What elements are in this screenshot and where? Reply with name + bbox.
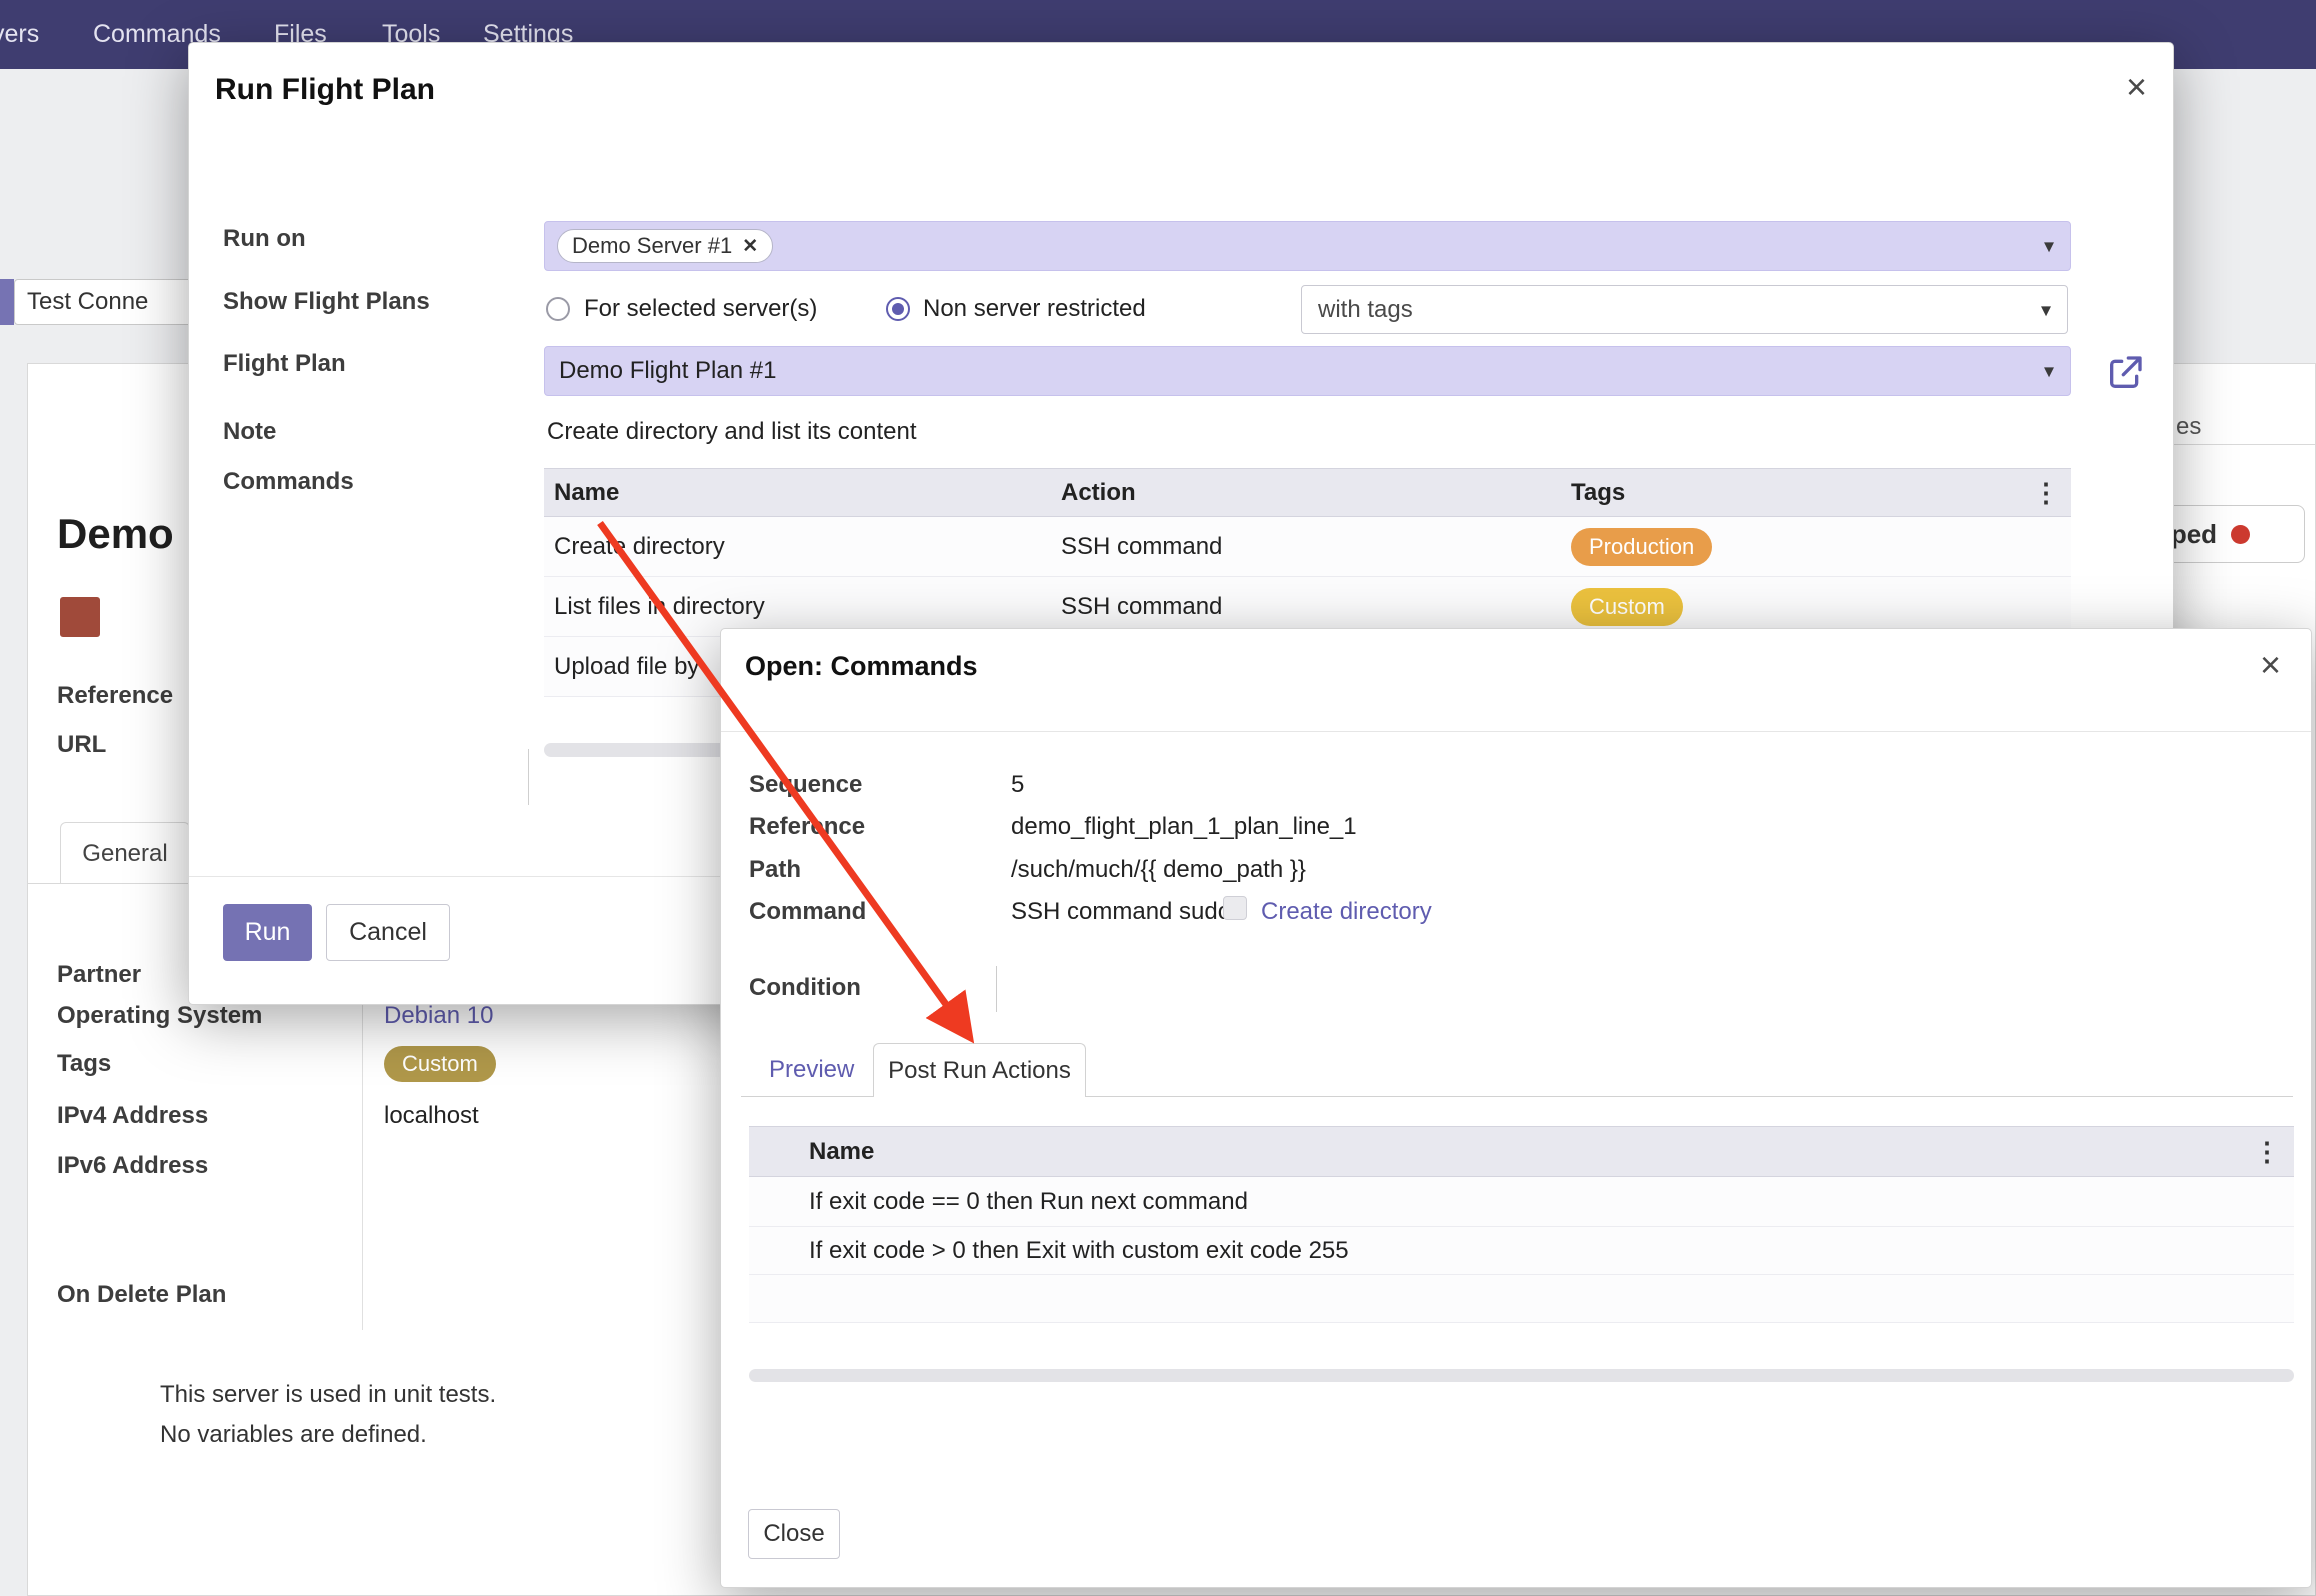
on-delete-plan-label: On Delete Plan <box>57 1281 226 1309</box>
caret-down-icon: ▾ <box>2044 234 2054 259</box>
run-modal-title: Run Flight Plan <box>215 73 435 107</box>
radio-non-server-restricted[interactable] <box>886 297 910 321</box>
close-button[interactable]: Close <box>748 1509 840 1559</box>
sudo-checkbox[interactable] <box>1223 896 1247 920</box>
sequence-label: Sequence <box>749 771 862 799</box>
table-row-empty <box>749 1275 2294 1323</box>
menu-item-servers[interactable]: vers <box>0 0 39 69</box>
commands-label: Commands <box>223 468 354 496</box>
col-name: Name <box>809 1138 874 1166</box>
partner-label: Partner <box>57 961 141 989</box>
screen: vers Commands Files Tools Settings Test … <box>0 0 2316 1596</box>
row-name: Upload file by <box>554 653 699 681</box>
row-tag-badge: Production <box>1571 528 1712 566</box>
header-divider <box>721 731 2311 732</box>
caret-down-icon: ▾ <box>2041 297 2051 322</box>
flight-plan-label: Flight Plan <box>223 350 346 378</box>
row-name: If exit code == 0 then Run next command <box>809 1188 1248 1216</box>
radio-selected-servers-label: For selected server(s) <box>584 295 817 323</box>
cancel-button[interactable]: Cancel <box>326 904 450 961</box>
command-link[interactable]: Create directory <box>1261 898 1432 926</box>
post-run-actions-table: Name ⋮ If exit code == 0 then Run next c… <box>749 1126 2294 1326</box>
field-divider <box>362 952 363 1330</box>
row-action: SSH command <box>1061 533 1222 561</box>
right-tab-fragment[interactable]: es <box>2176 413 2201 441</box>
ipv6-label: IPv6 Address <box>57 1152 208 1180</box>
commands-modal-title: Open: Commands <box>745 651 978 682</box>
col-tags: Tags <box>1571 479 1625 507</box>
path-label: Path <box>749 856 801 884</box>
unit-test-note-line1: This server is used in unit tests. <box>160 1381 496 1409</box>
tab-post-run-actions[interactable]: Post Run Actions <box>873 1043 1086 1097</box>
post-run-table-header: Name ⋮ <box>749 1126 2294 1177</box>
reference-value: demo_flight_plan_1_plan_line_1 <box>1011 813 1357 841</box>
primary-button-fragment[interactable] <box>0 279 14 325</box>
ipv4-value: localhost <box>384 1102 479 1130</box>
reference-label: Reference <box>57 682 173 710</box>
open-commands-modal: Open: Commands × Sequence 5 Reference de… <box>720 628 2312 1588</box>
table-row[interactable]: If exit code > 0 then Exit with custom e… <box>749 1227 2294 1275</box>
commands-table-header: Name Action Tags ⋮ <box>544 468 2071 517</box>
ipv4-label: IPv4 Address <box>57 1102 208 1130</box>
row-name: Create directory <box>554 533 725 561</box>
note-label: Note <box>223 418 276 446</box>
radio-non-server-restricted-label: Non server restricted <box>923 295 1146 323</box>
table-row[interactable]: If exit code == 0 then Run next command <box>749 1177 2294 1227</box>
tags-label: Tags <box>57 1050 111 1078</box>
remove-icon[interactable]: ✕ <box>742 235 758 258</box>
condition-field-divider <box>996 966 997 1012</box>
path-value: /such/much/{{ demo_path }} <box>1011 856 1306 884</box>
os-value-link[interactable]: Debian 10 <box>384 1002 493 1030</box>
row-name: List files in directory <box>554 593 765 621</box>
tab-preview[interactable]: Preview <box>769 1056 854 1084</box>
server-tag-pill[interactable]: Demo Server #1 ✕ <box>557 229 773 263</box>
condition-label: Condition <box>749 974 861 1002</box>
tags-value-badge: Custom <box>384 1046 496 1082</box>
color-swatch[interactable] <box>60 597 100 637</box>
sequence-value: 5 <box>1011 771 1024 799</box>
kebab-menu-icon[interactable]: ⋮ <box>2254 1136 2280 1167</box>
table-row[interactable]: Create directory SSH command Production <box>544 517 2071 577</box>
run-on-field[interactable]: Demo Server #1 ✕ ▾ <box>544 221 2071 271</box>
with-tags-select[interactable]: with tags ▾ <box>1301 285 2068 334</box>
row-action: SSH command <box>1061 593 1222 621</box>
run-button[interactable]: Run <box>223 904 312 961</box>
show-flight-plans-label: Show Flight Plans <box>223 288 430 316</box>
with-tags-value: with tags <box>1318 296 1413 324</box>
right-tab-divider <box>2160 444 2316 445</box>
kebab-menu-icon[interactable]: ⋮ <box>2033 477 2059 508</box>
close-icon[interactable]: × <box>2260 647 2281 683</box>
flight-plan-field[interactable]: Demo Flight Plan #1 ▾ <box>544 346 2071 396</box>
command-label: Command <box>749 898 866 926</box>
flight-plan-value: Demo Flight Plan #1 <box>559 357 776 385</box>
caret-down-icon: ▾ <box>2044 359 2054 384</box>
external-link-icon[interactable] <box>2105 353 2145 393</box>
url-label: URL <box>57 731 106 759</box>
server-name-heading: Demo <box>57 510 174 558</box>
server-tag-label: Demo Server #1 <box>572 233 732 259</box>
row-tag-badge: Custom <box>1571 588 1683 626</box>
col-name: Name <box>554 479 619 507</box>
tab-general[interactable]: General <box>60 822 190 884</box>
status-dot <box>2231 525 2250 544</box>
row-name: If exit code > 0 then Exit with custom e… <box>809 1237 1349 1265</box>
horizontal-scrollbar[interactable] <box>749 1369 2294 1382</box>
close-icon[interactable]: × <box>2126 69 2147 105</box>
run-on-label: Run on <box>223 225 306 253</box>
radio-selected-servers[interactable] <box>546 297 570 321</box>
unit-test-note-line2: No variables are defined. <box>160 1421 427 1449</box>
command-value: SSH command sudo <box>1011 898 1231 926</box>
test-connection-button[interactable]: Test Conne <box>14 279 204 325</box>
os-label: Operating System <box>57 1002 262 1030</box>
reference-label: Reference <box>749 813 865 841</box>
note-value: Create directory and list its content <box>547 418 917 446</box>
pane-divider <box>528 749 529 805</box>
col-action: Action <box>1061 479 1136 507</box>
